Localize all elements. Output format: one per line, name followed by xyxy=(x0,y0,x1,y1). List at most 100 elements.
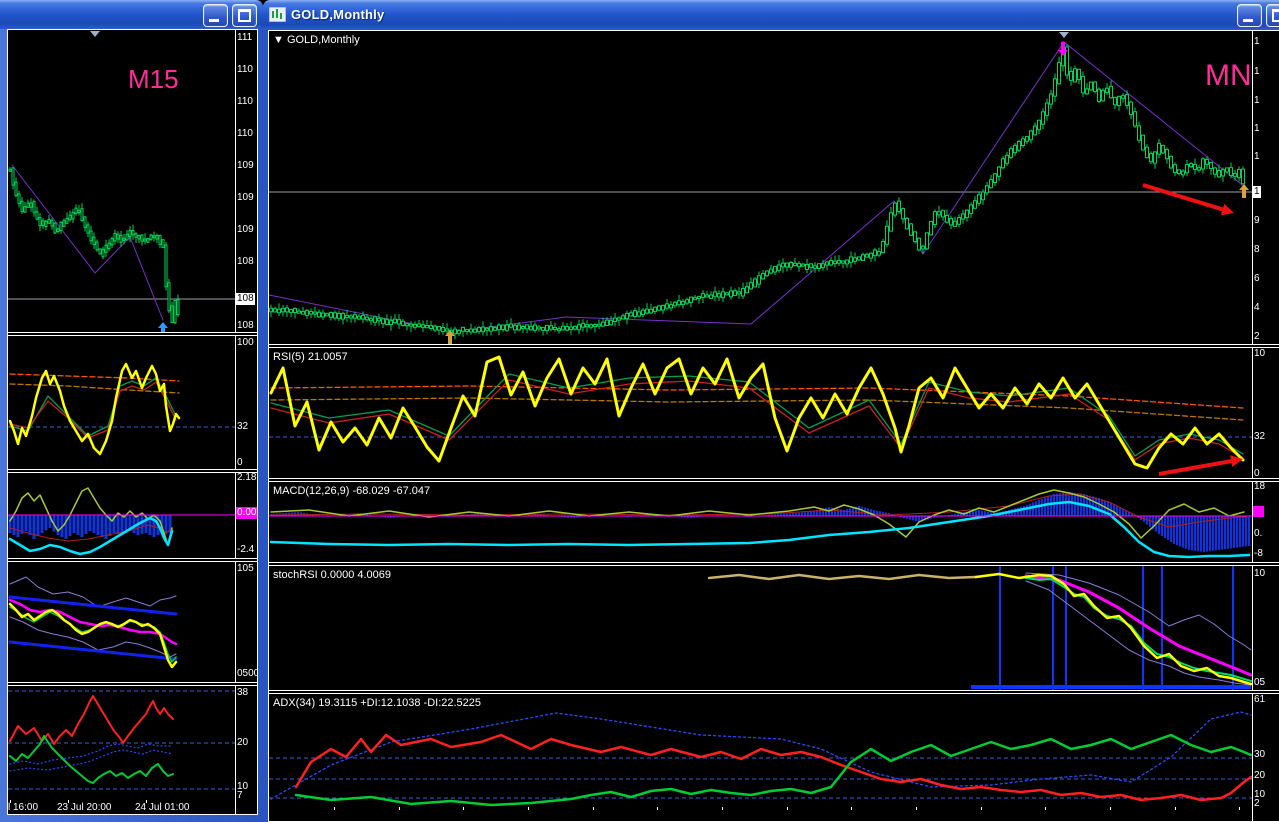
axis-tick-label: 4 xyxy=(1254,302,1260,313)
left-rsi-panel: 100 32 0 xyxy=(8,336,257,469)
main-macd-axis[interactable]: 18 0. -8 xyxy=(1252,482,1279,562)
main-adx-axis[interactable]: 61 30 20 10 2 xyxy=(1252,694,1279,807)
time-tick xyxy=(334,807,335,810)
main-adx-plot[interactable] xyxy=(269,694,1252,807)
axis-tick-label: 110 xyxy=(237,64,253,75)
indicator-label: ADX(34) 19.3115 +DI:12.1038 -DI:22.5225 xyxy=(273,697,482,709)
left-channel-panel: 105 0500 xyxy=(8,562,257,682)
axis-tick-label xyxy=(1253,506,1264,517)
left-macd-axis[interactable]: 2.18 0.00 -2.4 xyxy=(235,473,257,558)
axis-tick-label: 0.00 xyxy=(236,507,257,519)
axis-tick-label: 32 xyxy=(237,421,249,432)
left-adx-panel: 38 20 10 7 xyxy=(8,686,257,800)
left-price-plot[interactable]: M15 xyxy=(8,30,235,332)
time-label: 24 Jul 01:00 xyxy=(135,802,190,813)
main-window-body: MN ▼ GOLD,Monthly 1 1 1 1 1 1 9 8 6 4 2 RSI(5) 21.0… xyxy=(263,30,1279,822)
minimize-button[interactable] xyxy=(203,4,228,27)
axis-tick-label: 100 xyxy=(237,337,254,348)
time-label: l 16:00 xyxy=(8,802,39,813)
main-price-plot[interactable]: MN xyxy=(269,31,1252,344)
axis-tick-label: 0 xyxy=(1254,468,1260,478)
left-rsi-plot[interactable] xyxy=(8,336,235,469)
axis-tick-label: 1 xyxy=(1254,123,1260,134)
minimize-button[interactable] xyxy=(1237,4,1262,27)
time-tick xyxy=(593,807,594,810)
maximize-button[interactable] xyxy=(232,4,257,27)
left-channel-axis[interactable]: 105 0500 xyxy=(235,562,257,682)
axis-tick-label: 1 xyxy=(1253,186,1261,198)
time-tick xyxy=(787,807,788,810)
time-tick xyxy=(528,807,529,810)
axis-tick-label: 20 xyxy=(1254,770,1266,781)
left-chart-area: M15 111 110 110 110 109 109 109 108 108 108 100 32… xyxy=(7,29,258,815)
main-time-axis[interactable] xyxy=(269,807,1279,821)
maximize-icon xyxy=(1272,9,1279,22)
maximize-button[interactable] xyxy=(1266,4,1279,27)
main-rsi-plot[interactable] xyxy=(269,348,1252,478)
axis-tick-label: 110 xyxy=(237,96,253,107)
axis-tick-label: 1 xyxy=(1254,36,1260,47)
minimize-icon xyxy=(1243,19,1253,22)
main-rsi-axis[interactable]: 10 32 0 xyxy=(1252,348,1279,478)
left-macd-panel: 2.18 0.00 -2.4 xyxy=(8,473,257,558)
main-price-panel: MN ▼ GOLD,Monthly 1 1 1 1 1 1 9 8 6 4 2 xyxy=(269,31,1279,344)
main-macd-panel: MACD(12,26,9) -68.029 -67.047 18 0. -8 xyxy=(269,482,1279,562)
indicator-label: RSI(5) 21.0057 xyxy=(273,351,348,363)
svg-text:M15: M15 xyxy=(128,64,179,94)
axis-corner xyxy=(235,800,257,814)
axis-tick-label: 7 xyxy=(237,790,243,800)
axis-tick-label: 05 xyxy=(1254,677,1266,688)
left-macd-plot[interactable] xyxy=(8,473,235,558)
indicator-label: stochRSI 0.0000 4.0069 xyxy=(273,569,392,581)
axis-tick-label: 2 xyxy=(1254,331,1260,342)
maximize-icon xyxy=(238,9,251,22)
axis-tick-label: 108 xyxy=(237,320,254,331)
left-adx-plot[interactable] xyxy=(8,686,235,800)
main-price-axis[interactable]: 1 1 1 1 1 1 9 8 6 4 2 xyxy=(1252,31,1279,344)
axis-tick-label: 109 xyxy=(237,192,254,203)
chart-icon xyxy=(269,7,286,22)
minimize-icon xyxy=(209,19,219,22)
axis-tick-label: 30 xyxy=(1254,749,1266,760)
axis-tick-label: 6 xyxy=(1254,273,1260,284)
time-tick xyxy=(657,807,658,810)
axis-tick-label: 109 xyxy=(237,160,254,171)
indicator-label: MACD(12,26,9) -68.029 -67.047 xyxy=(273,485,431,497)
axis-tick-label: 20 xyxy=(237,737,249,748)
main-stochrsi-axis[interactable]: 10 05 xyxy=(1252,566,1279,690)
desktop: M15 111 110 110 110 109 109 109 108 108 108 100 32… xyxy=(0,0,1279,822)
axis-tick-label: 1 xyxy=(1254,151,1260,162)
time-tick xyxy=(1110,807,1111,810)
axis-tick-label: -8 xyxy=(1254,548,1263,559)
main-chart-area: MN ▼ GOLD,Monthly 1 1 1 1 1 1 9 8 6 4 2 RSI(5) 21.0… xyxy=(268,30,1279,822)
left-price-axis[interactable]: 111 110 110 110 109 109 109 108 108 108 xyxy=(235,30,257,332)
axis-tick-label: 10 xyxy=(1254,568,1266,579)
svg-text:MN: MN xyxy=(1205,59,1252,92)
axis-tick-label: 38 xyxy=(237,687,249,698)
time-scale[interactable] xyxy=(269,807,1252,821)
left-price-panel: M15 111 110 110 110 109 109 109 108 108 108 xyxy=(8,30,257,332)
left-window-body: M15 111 110 110 110 109 109 109 108 108 108 100 32… xyxy=(0,29,263,822)
left-channel-plot[interactable] xyxy=(8,562,235,682)
axis-tick-label: 105 xyxy=(237,563,254,574)
time-scale[interactable]: l 16:00 23 Jul 20:00 24 Jul 01:00 xyxy=(8,800,235,814)
axis-tick-label: 1 xyxy=(1254,95,1260,106)
time-tick xyxy=(463,807,464,810)
left-adx-axis[interactable]: 38 20 10 7 xyxy=(235,686,257,800)
axis-tick-label: 0500 xyxy=(237,668,257,679)
time-tick xyxy=(1045,807,1046,810)
main-window-titlebar[interactable]: GOLD,Monthly xyxy=(263,0,1279,31)
axis-tick-label: 0 xyxy=(237,457,243,468)
time-label: 23 Jul 20:00 xyxy=(57,802,112,813)
main-stochrsi-plot[interactable] xyxy=(269,566,1252,690)
axis-tick-label: 110 xyxy=(237,128,253,139)
left-rsi-axis[interactable]: 100 32 0 xyxy=(235,336,257,469)
axis-tick-label: 10 xyxy=(1254,348,1266,359)
time-tick xyxy=(916,807,917,810)
axis-tick-label: 0. xyxy=(1254,528,1263,539)
left-time-axis[interactable]: l 16:00 23 Jul 20:00 24 Jul 01:00 xyxy=(8,800,257,814)
symbol-label[interactable]: ▼ GOLD,Monthly xyxy=(273,34,360,46)
axis-tick-label: 9 xyxy=(1254,215,1260,226)
left-window-titlebar[interactable] xyxy=(0,0,263,30)
axis-tick-label: 109 xyxy=(237,224,254,235)
